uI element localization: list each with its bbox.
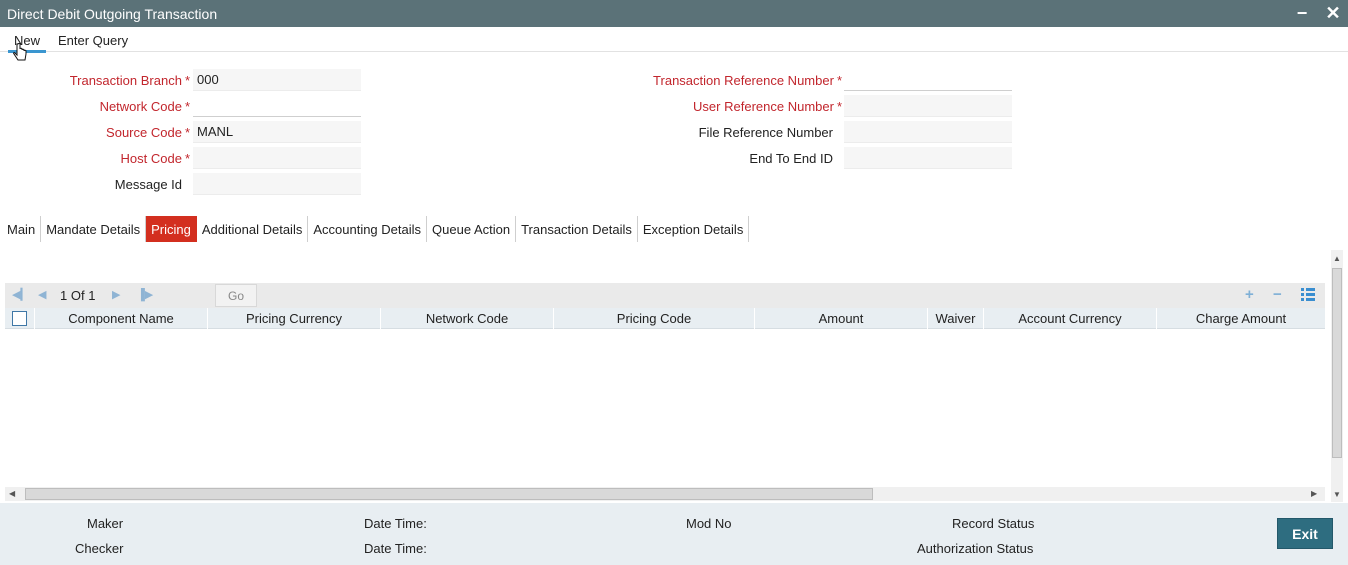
column-header-pricing-currency[interactable]: Pricing Currency <box>208 308 381 329</box>
tab-queue-action[interactable]: Queue Action <box>427 216 517 242</box>
transaction-reference-number-label: Transaction Reference Number * <box>653 73 842 88</box>
window-title: Direct Debit Outgoing Transaction <box>7 5 218 22</box>
tab-additional-details[interactable]: Additional Details <box>197 216 309 242</box>
select-all-checkbox[interactable] <box>5 308 35 329</box>
record-status-label: Record Status <box>952 516 1035 531</box>
close-icon[interactable]: ✕ <box>1321 0 1345 27</box>
window-title-bar: Direct Debit Outgoing Transaction − ✕ <box>0 0 1348 27</box>
user-reference-number-field[interactable] <box>844 95 1012 117</box>
view-row-icon[interactable] <box>1301 288 1315 301</box>
delete-row-icon[interactable]: − <box>1273 286 1282 303</box>
minimize-icon[interactable]: − <box>1290 0 1314 27</box>
menu-bar: New Enter Query <box>0 27 1348 53</box>
prev-page-icon[interactable]: ◀ <box>38 288 46 301</box>
message-id-field[interactable] <box>193 173 361 195</box>
checker-label: Checker <box>75 541 124 556</box>
pagination-text: 1 Of 1 <box>60 288 96 303</box>
column-header-waiver[interactable]: Waiver <box>928 308 984 329</box>
column-header-charge-amount[interactable]: Charge Amount <box>1157 308 1325 329</box>
column-header-pricing-code[interactable]: Pricing Code <box>554 308 755 329</box>
file-reference-number-label: File Reference Number <box>698 125 833 140</box>
checker-date-time-label: Date Time: <box>364 541 427 556</box>
tab-exception-details[interactable]: Exception Details <box>638 216 750 242</box>
message-id-label: Message Id <box>114 177 182 192</box>
grid-header: Component Name Pricing Currency Network … <box>5 308 1325 329</box>
tab-transaction-details[interactable]: Transaction Details <box>516 216 638 242</box>
pricing-grid: ◀▎ ◀ 1 Of 1 ▶ ▐▶ Go + − Component Name P… <box>5 250 1343 502</box>
network-code-label: Network Code * <box>99 99 190 114</box>
first-page-icon[interactable]: ◀▎ <box>12 288 29 301</box>
vertical-scrollbar[interactable]: ▲ ▼ <box>1331 250 1343 502</box>
scroll-left-icon[interactable]: ◀ <box>9 489 15 498</box>
file-reference-number-field[interactable] <box>844 121 1012 143</box>
column-header-network-code[interactable]: Network Code <box>381 308 554 329</box>
column-header-component-name[interactable]: Component Name <box>35 308 208 329</box>
horizontal-scroll-thumb[interactable] <box>25 488 873 500</box>
transaction-branch-field[interactable]: 000 <box>193 69 361 91</box>
tab-main[interactable]: Main <box>0 216 42 242</box>
tab-bar: Main Mandate Details Pricing Additional … <box>0 216 750 242</box>
tab-mandate-details[interactable]: Mandate Details <box>41 216 147 242</box>
footer-audit-bar: Maker Checker Date Time: Date Time: Mod … <box>0 503 1348 565</box>
scroll-right-icon[interactable]: ▶ <box>1311 489 1317 498</box>
end-to-end-id-field[interactable] <box>844 147 1012 169</box>
column-header-account-currency[interactable]: Account Currency <box>984 308 1157 329</box>
add-row-icon[interactable]: + <box>1245 286 1254 303</box>
source-code-label: Source Code * <box>106 125 190 140</box>
source-code-field[interactable]: MANL <box>193 121 361 143</box>
next-page-icon[interactable]: ▶ <box>112 288 120 301</box>
user-reference-number-label: User Reference Number * <box>693 99 842 114</box>
network-code-field[interactable] <box>193 95 361 117</box>
exit-button[interactable]: Exit <box>1277 518 1333 549</box>
column-header-amount[interactable]: Amount <box>755 308 928 329</box>
go-button[interactable]: Go <box>215 284 257 307</box>
host-code-field[interactable] <box>193 147 361 169</box>
end-to-end-id-label: End To End ID <box>749 151 833 166</box>
maker-label: Maker <box>87 516 124 531</box>
host-code-label: Host Code * <box>120 151 190 166</box>
mod-no-label: Mod No <box>686 516 732 531</box>
maker-date-time-label: Date Time: <box>364 516 427 531</box>
scroll-up-icon[interactable]: ▲ <box>1333 254 1341 263</box>
vertical-scroll-thumb[interactable] <box>1332 268 1342 458</box>
tab-accounting-details[interactable]: Accounting Details <box>308 216 428 242</box>
scroll-down-icon[interactable]: ▼ <box>1333 490 1341 499</box>
transaction-branch-label: Transaction Branch * <box>69 73 190 88</box>
transaction-reference-number-field[interactable] <box>844 69 1012 91</box>
last-page-icon[interactable]: ▐▶ <box>137 288 153 301</box>
tab-pricing[interactable]: Pricing <box>146 216 197 242</box>
hand-cursor-icon <box>13 43 27 61</box>
grid-toolbar: ◀▎ ◀ 1 Of 1 ▶ ▐▶ Go + − <box>5 283 1325 308</box>
enter-query-menu-item[interactable]: Enter Query <box>58 33 128 48</box>
horizontal-scrollbar[interactable]: ◀ ▶ <box>5 487 1325 501</box>
authorization-status-label: Authorization Status <box>917 541 1034 556</box>
